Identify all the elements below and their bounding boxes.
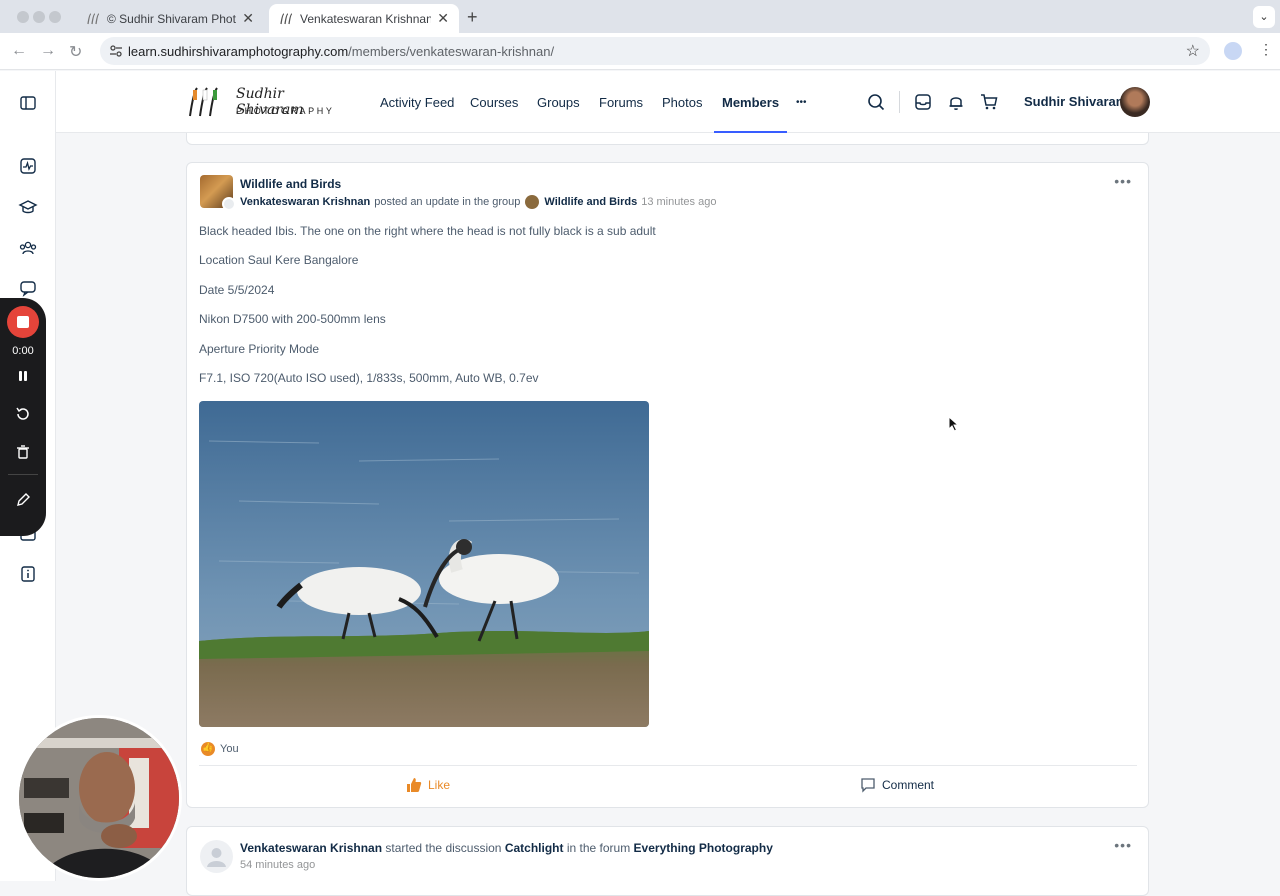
address-bar[interactable]: learn.sudhirshivaramphotography.com/memb… bbox=[100, 37, 1210, 65]
nav-members[interactable]: Members bbox=[713, 71, 788, 133]
group-avatar[interactable] bbox=[200, 175, 236, 211]
logo-mark-icon bbox=[189, 87, 218, 117]
like-button[interactable]: Like bbox=[406, 777, 450, 793]
browser-menu-icon[interactable]: ⋮ bbox=[1259, 41, 1273, 58]
activity-action-text: posted an update in the group bbox=[374, 196, 521, 208]
url-path: /members/venkateswaran-krishnan/ bbox=[348, 44, 555, 59]
browser-toolbar: ← → ↻ learn.sudhirshivaramphotography.co… bbox=[0, 33, 1280, 70]
back-arrow-icon[interactable]: ← bbox=[11, 42, 27, 60]
nav-groups[interactable]: Groups bbox=[537, 71, 580, 133]
activity-card: Wildlife and Birds Venkateswaran Krishna… bbox=[186, 162, 1149, 808]
comment-icon bbox=[861, 778, 875, 793]
nav-activity-feed[interactable]: Activity Feed bbox=[380, 71, 454, 133]
post-text-line: Date 5/5/2024 bbox=[199, 283, 275, 297]
activity-options-button[interactable]: ••• bbox=[1114, 837, 1132, 853]
discussion-topic-link[interactable]: Catchlight bbox=[505, 841, 564, 855]
post-photo-ibis[interactable] bbox=[199, 401, 649, 727]
toolbar-divider bbox=[8, 474, 38, 475]
browser-tab-active[interactable]: Venkateswaran Krishnan – © ✕ bbox=[269, 4, 459, 33]
close-tab-icon[interactable]: ✕ bbox=[242, 10, 254, 27]
author-link[interactable]: Venkateswaran Krishnan bbox=[240, 196, 370, 208]
site-header: Sudhir Shivaram PHOTOGRAPHY Activity Fee… bbox=[56, 71, 1280, 133]
group-title-link[interactable]: Wildlife and Birds bbox=[240, 177, 341, 191]
comment-button[interactable]: Comment bbox=[860, 777, 934, 793]
site-logo[interactable]: Sudhir Shivaram PHOTOGRAPHY bbox=[186, 84, 346, 120]
profile-avatar-icon[interactable] bbox=[1224, 42, 1242, 60]
window-minimize-control[interactable] bbox=[33, 11, 45, 23]
group-mini-avatar[interactable] bbox=[525, 195, 540, 209]
previous-activity-card bbox=[186, 133, 1149, 145]
post-text-line: F7.1, ISO 720(Auto ISO used), 1/833s, 50… bbox=[199, 371, 539, 385]
like-reaction-icon bbox=[201, 742, 215, 756]
like-label: Like bbox=[428, 778, 451, 792]
restart-icon[interactable] bbox=[14, 405, 32, 423]
cart-icon[interactable] bbox=[979, 92, 999, 112]
stop-recording-button[interactable] bbox=[7, 306, 39, 338]
activity-meta: Venkateswaran Krishnan posted an update … bbox=[240, 195, 716, 209]
activity-timestamp[interactable]: 13 minutes ago bbox=[641, 196, 716, 208]
discussion-timestamp[interactable]: 54 minutes ago bbox=[240, 859, 315, 871]
discussion-summary: Venkateswaran Krishnan started the discu… bbox=[240, 841, 773, 855]
browser-tab-inactive[interactable]: © Sudhir Shivaram Photograp ✕ bbox=[76, 4, 264, 33]
header-divider bbox=[899, 91, 900, 113]
post-text-line: Nikon D7500 with 200-500mm lens bbox=[199, 312, 386, 326]
user-avatar[interactable] bbox=[1120, 87, 1150, 117]
member-avatar[interactable] bbox=[200, 840, 233, 873]
window-close-control[interactable] bbox=[17, 11, 29, 23]
user-name[interactable]: Sudhir Shivaram bbox=[1024, 94, 1127, 109]
comment-label: Comment bbox=[882, 778, 935, 792]
info-icon[interactable] bbox=[18, 564, 38, 584]
site-favicon-icon bbox=[86, 12, 100, 26]
forum-link[interactable]: Everything Photography bbox=[634, 841, 773, 855]
activity-options-button[interactable]: ••• bbox=[1114, 173, 1132, 189]
browser-tab-bar: © Sudhir Shivaram Photograp ✕ Venkateswa… bbox=[0, 0, 1280, 33]
recording-timer: 0:00 bbox=[12, 345, 34, 357]
group-link[interactable]: Wildlife and Birds bbox=[544, 196, 637, 208]
url-host: learn.sudhirshivaramphotography.com bbox=[128, 44, 349, 59]
pause-icon[interactable] bbox=[14, 367, 32, 385]
webcam-bubble[interactable] bbox=[16, 715, 182, 881]
site-favicon-icon bbox=[279, 12, 293, 26]
post-text-line: Aperture Priority Mode bbox=[199, 342, 320, 356]
tab-search-chevron-icon[interactable]: ⌄ bbox=[1253, 6, 1275, 28]
courses-graduation-cap-icon[interactable] bbox=[18, 197, 38, 217]
window-zoom-control[interactable] bbox=[49, 11, 61, 23]
pencil-icon[interactable] bbox=[14, 491, 32, 509]
thumbs-up-icon bbox=[407, 778, 422, 792]
screen-recorder-toolbar: 0:00 bbox=[0, 298, 46, 536]
reaction-summary[interactable]: You bbox=[201, 742, 239, 756]
discussion-verb: started the discussion bbox=[385, 841, 502, 855]
nav-photos[interactable]: Photos bbox=[662, 71, 702, 133]
tab-title: © Sudhir Shivaram Photograp bbox=[107, 11, 236, 26]
activity-icon[interactable] bbox=[18, 156, 38, 176]
notification-bell-icon[interactable] bbox=[946, 92, 966, 112]
bookmark-star-icon[interactable]: ☆ bbox=[1186, 41, 1200, 61]
search-icon[interactable] bbox=[866, 92, 886, 112]
site-settings-icon[interactable] bbox=[108, 43, 124, 59]
forward-arrow-icon[interactable]: → bbox=[40, 42, 56, 60]
sidebar-toggle-icon[interactable] bbox=[18, 93, 38, 113]
nav-more-button[interactable]: ••• bbox=[796, 71, 807, 133]
new-tab-icon[interactable]: + bbox=[467, 7, 478, 28]
inbox-icon[interactable] bbox=[913, 92, 933, 112]
actions-divider bbox=[199, 765, 1137, 766]
forums-chat-icon[interactable] bbox=[18, 278, 38, 298]
reload-icon[interactable]: ↻ bbox=[69, 42, 82, 62]
groups-people-icon[interactable] bbox=[18, 238, 38, 258]
url-text: learn.sudhirshivaramphotography.com/memb… bbox=[128, 44, 554, 59]
nav-forums[interactable]: Forums bbox=[599, 71, 643, 133]
trash-icon[interactable] bbox=[14, 443, 32, 461]
close-tab-icon[interactable]: ✕ bbox=[437, 10, 449, 27]
reacted-by-text: You bbox=[220, 743, 239, 755]
mouse-cursor-icon bbox=[948, 416, 960, 432]
forum-prefix: in the forum bbox=[566, 841, 631, 855]
tab-title: Venkateswaran Krishnan – © bbox=[300, 11, 432, 26]
author-link[interactable]: Venkateswaran Krishnan bbox=[240, 841, 382, 855]
post-text-line: Black headed Ibis. The one on the right … bbox=[199, 224, 656, 238]
post-text-line: Location Saul Kere Bangalore bbox=[199, 253, 359, 267]
member-mini-avatar[interactable] bbox=[222, 197, 236, 211]
nav-courses[interactable]: Courses bbox=[470, 71, 518, 133]
discussion-activity-card: Venkateswaran Krishnan started the discu… bbox=[186, 826, 1149, 896]
